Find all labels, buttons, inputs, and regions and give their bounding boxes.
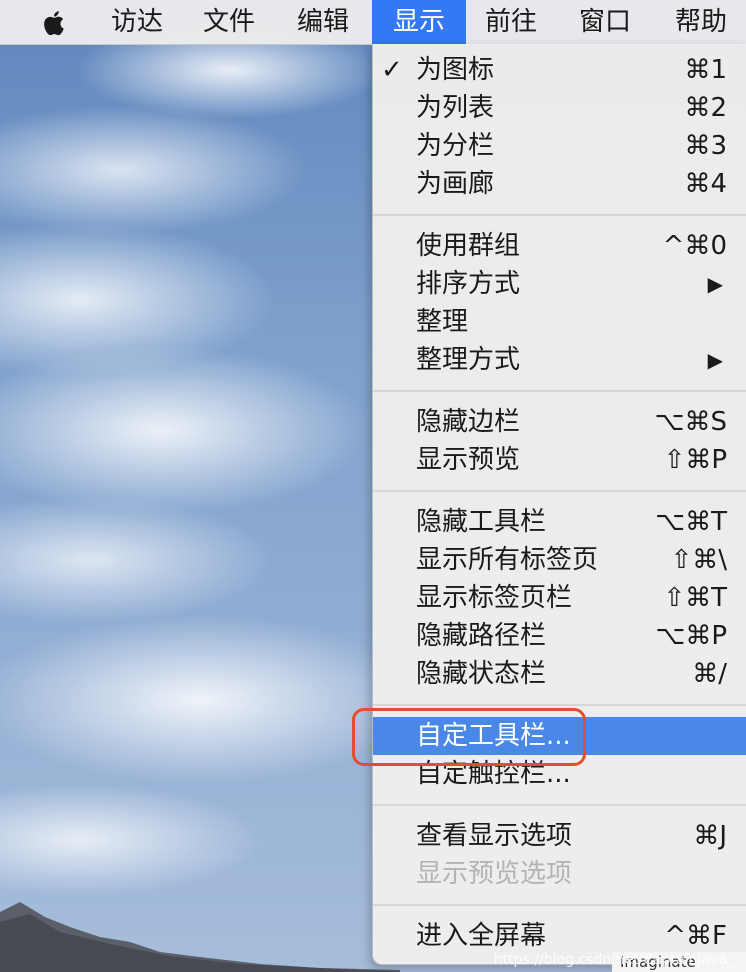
menu-item-label: 隐藏路径栏 bbox=[416, 621, 547, 651]
menu-item-label: 排序方式 bbox=[416, 269, 521, 299]
menu-item-label: 整理方式 bbox=[416, 345, 521, 375]
menu-item-label: 为列表 bbox=[416, 93, 495, 123]
menu-item-label: 为图标 bbox=[416, 55, 495, 85]
apple-logo-icon[interactable] bbox=[40, 8, 70, 38]
menu-item-label: 隐藏状态栏 bbox=[416, 659, 547, 689]
menu-separator bbox=[373, 904, 746, 906]
menu-item-shortcut: ⌘4 bbox=[684, 169, 727, 199]
menu-separator bbox=[373, 804, 746, 806]
menu-separator bbox=[373, 704, 746, 706]
menu-item-shortcut: ⇧⌘T bbox=[663, 583, 727, 613]
menu-item-shortcut: ⌘1 bbox=[684, 55, 727, 85]
menu-item-shortcut: ⇧⌘P bbox=[663, 445, 727, 475]
menu-item-hide-status-bar[interactable]: 隐藏状态栏 ⌘/ bbox=[373, 655, 746, 693]
menu-item-shortcut: ⌘J bbox=[693, 821, 727, 851]
menu-item-clean-up-by[interactable]: 整理方式 ▶ bbox=[373, 341, 746, 379]
menu-item-shortcut: ^⌘F bbox=[664, 921, 727, 951]
menubar-item-go[interactable]: 前往 bbox=[470, 0, 552, 44]
menu-item-show-all-tabs[interactable]: 显示所有标签页 ⇧⌘\ bbox=[373, 541, 746, 579]
menu-item-shortcut: ⌥⌘P bbox=[655, 621, 727, 651]
menu-separator bbox=[373, 390, 746, 392]
menu-item-label: 查看显示选项 bbox=[416, 821, 573, 851]
menu-item-as-list[interactable]: 为列表 ⌘2 bbox=[373, 89, 746, 127]
menu-item-hide-sidebar[interactable]: 隐藏边栏 ⌥⌘S bbox=[373, 403, 746, 441]
menu-separator bbox=[373, 490, 746, 492]
menu-item-label: 为画廊 bbox=[416, 169, 495, 199]
menu-item-show-preview-options: 显示预览选项 bbox=[373, 855, 746, 893]
menu-item-show-tab-bar[interactable]: 显示标签页栏 ⇧⌘T bbox=[373, 579, 746, 617]
menubar-item-help[interactable]: 帮助 bbox=[656, 0, 746, 44]
view-menu-dropdown: ✓ 为图标 ⌘1 为列表 ⌘2 为分栏 ⌘3 为画廊 ⌘4 使用群组 ^⌘0 排… bbox=[372, 44, 746, 965]
menubar-item-file[interactable]: 文件 bbox=[188, 0, 270, 44]
menubar-item-edit[interactable]: 编辑 bbox=[282, 0, 364, 44]
menubar-item-window[interactable]: 窗口 bbox=[564, 0, 646, 44]
menu-item-enter-full-screen[interactable]: 进入全屏幕 ^⌘F bbox=[373, 917, 746, 955]
menu-item-shortcut: ⌥⌘T bbox=[655, 507, 727, 537]
menu-item-shortcut: ⌘3 bbox=[684, 131, 727, 161]
menu-item-show-preview[interactable]: 显示预览 ⇧⌘P bbox=[373, 441, 746, 479]
menu-item-label: 显示预览选项 bbox=[416, 859, 573, 889]
menubar-item-finder[interactable]: 访达 bbox=[96, 0, 178, 44]
menu-item-label: 进入全屏幕 bbox=[416, 921, 547, 951]
menu-item-use-groups[interactable]: 使用群组 ^⌘0 bbox=[373, 227, 746, 265]
menu-item-label: 显示所有标签页 bbox=[416, 545, 599, 575]
mountain-silhouette bbox=[0, 902, 400, 972]
menu-item-hide-path-bar[interactable]: 隐藏路径栏 ⌥⌘P bbox=[373, 617, 746, 655]
menu-item-label: 使用群组 bbox=[416, 231, 521, 261]
menu-item-shortcut: ⌘/ bbox=[692, 659, 727, 689]
submenu-arrow-icon: ▶ bbox=[707, 272, 723, 296]
submenu-arrow-icon: ▶ bbox=[707, 348, 723, 372]
menu-item-shortcut: ⌥⌘S bbox=[654, 407, 727, 437]
menu-item-label: 显示标签页栏 bbox=[416, 583, 573, 613]
watermark-text: https://blog.csdn.net/CaptainJava_ bbox=[493, 952, 734, 968]
menu-item-shortcut: ⇧⌘\ bbox=[670, 545, 727, 575]
menu-item-label: 整理 bbox=[416, 307, 469, 337]
menu-item-as-columns[interactable]: 为分栏 ⌘3 bbox=[373, 127, 746, 165]
menu-item-shortcut: ^⌘0 bbox=[662, 231, 727, 261]
menu-item-hide-toolbar[interactable]: 隐藏工具栏 ⌥⌘T bbox=[373, 503, 746, 541]
menu-item-as-gallery[interactable]: 为画廊 ⌘4 bbox=[373, 165, 746, 203]
menu-item-as-icons[interactable]: ✓ 为图标 ⌘1 bbox=[373, 51, 746, 89]
menu-item-shortcut: ⌘2 bbox=[684, 93, 727, 123]
menu-item-show-view-options[interactable]: 查看显示选项 ⌘J bbox=[373, 817, 746, 855]
menu-item-sort-by[interactable]: 排序方式 ▶ bbox=[373, 265, 746, 303]
menu-separator bbox=[373, 214, 746, 216]
checkmark-icon: ✓ bbox=[381, 55, 403, 85]
menu-item-clean-up[interactable]: 整理 bbox=[373, 303, 746, 341]
menu-item-label: 隐藏工具栏 bbox=[416, 507, 547, 537]
menu-bar: 访达 文件 编辑 显示 前往 窗口 帮助 bbox=[0, 0, 746, 45]
menu-item-label: 为分栏 bbox=[416, 131, 495, 161]
menu-item-label: 隐藏边栏 bbox=[416, 407, 521, 437]
annotation-highlight-box bbox=[352, 708, 586, 766]
menubar-item-view[interactable]: 显示 bbox=[372, 0, 466, 44]
menu-item-label: 显示预览 bbox=[416, 445, 521, 475]
